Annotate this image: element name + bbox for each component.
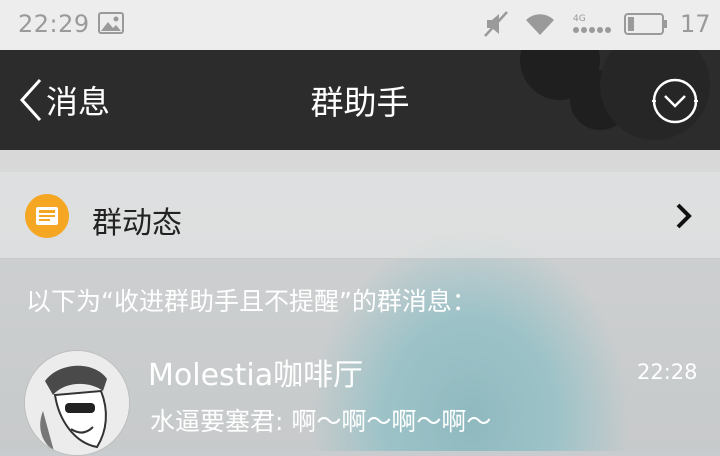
status-time: 22:29 [18, 10, 90, 38]
status-bar: 22:29 4G 17 [0, 0, 720, 50]
page-title: 群助手 [310, 83, 410, 122]
chevron-circle-icon[interactable] [650, 76, 700, 126]
group-dynamics-row[interactable]: 群动态 [0, 172, 720, 259]
divider [0, 150, 720, 172]
image-icon [98, 12, 124, 34]
pony-avatar-image [25, 351, 129, 455]
chat-last-message: 水逼要塞君: 啊～啊～啊～啊～ [150, 407, 492, 436]
title-bar: 消息 群助手 [0, 50, 720, 150]
notice-text: 以下为“收进群助手且不提醒”的群消息： [26, 287, 477, 316]
chevron-right-icon [676, 203, 692, 229]
news-icon [25, 194, 69, 238]
mute-icon [484, 11, 508, 37]
chat-list-item[interactable]: Molestia咖啡厅 22:28 水逼要塞君: 啊～啊～啊～啊～ [0, 336, 720, 456]
signal-icon: 4G [573, 14, 611, 33]
battery-level: 17 [680, 10, 711, 38]
battery-icon [624, 13, 667, 35]
network-type-label: 4G [573, 14, 586, 24]
avatar [24, 350, 130, 456]
chat-time: 22:28 [637, 360, 698, 384]
group-dynamics-label: 群动态 [92, 206, 182, 241]
wifi-icon [526, 14, 554, 36]
chat-name: Molestia咖啡厅 [148, 358, 364, 393]
